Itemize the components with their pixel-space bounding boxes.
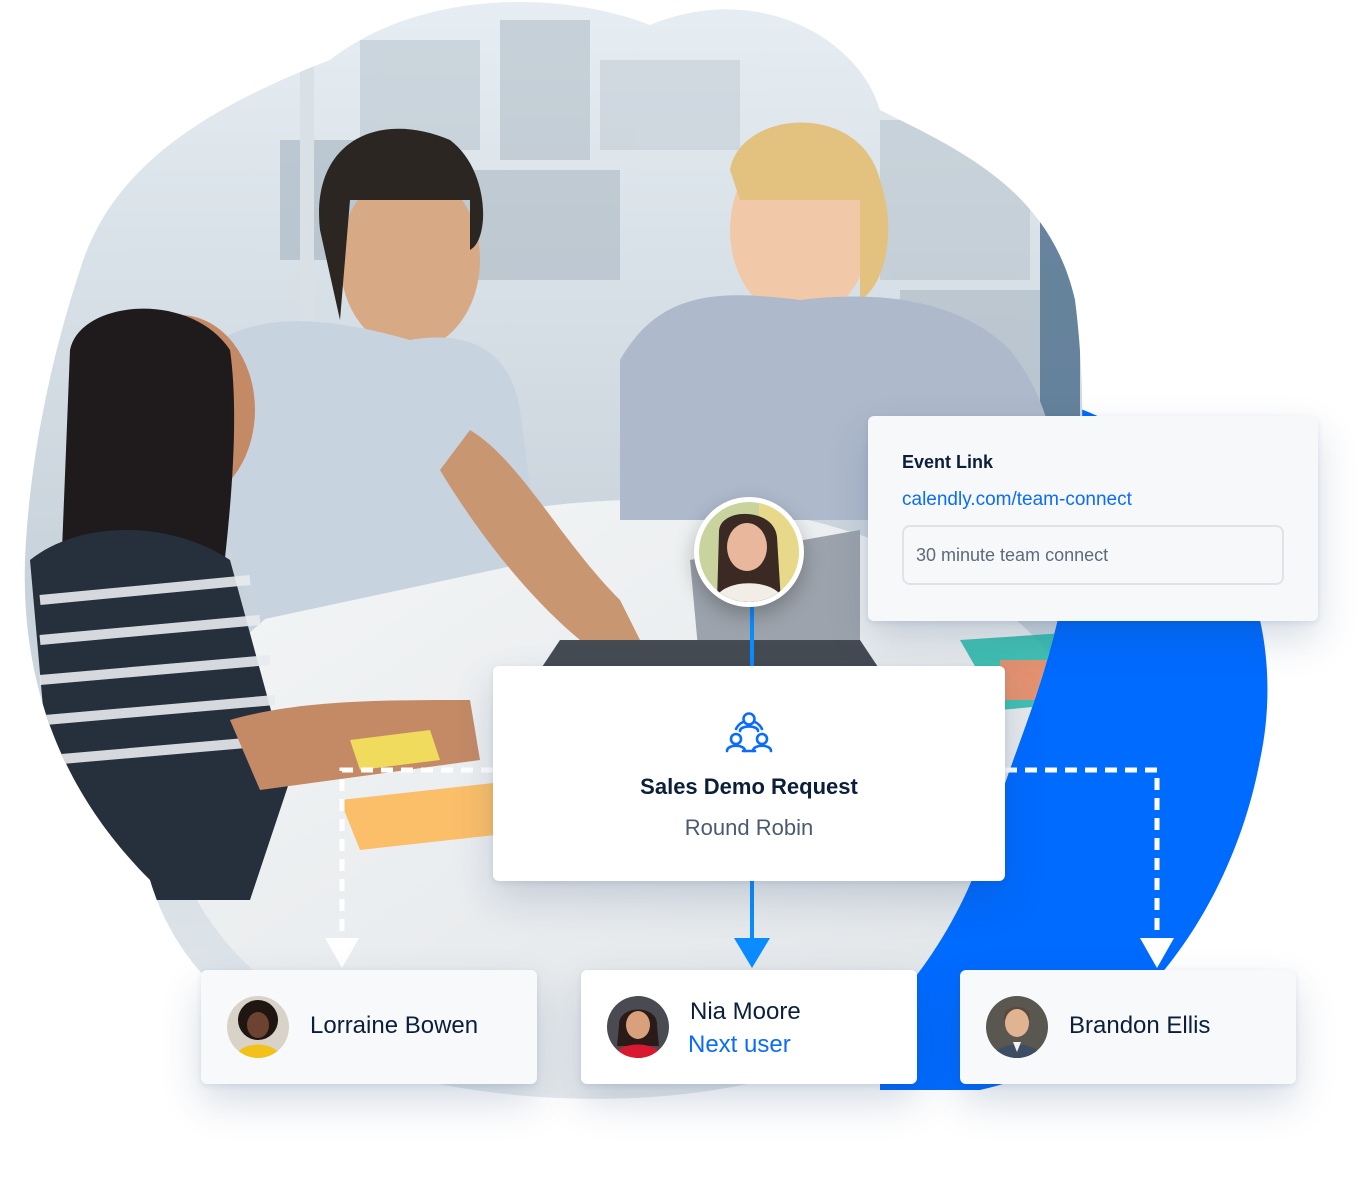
left-dashed-connector bbox=[339, 767, 493, 940]
scene: Event Link calendly.com/team-connect 30 … bbox=[0, 0, 1362, 1181]
routing-event-card[interactable]: Sales Demo Request Round Robin bbox=[493, 666, 1005, 881]
left-arrow bbox=[325, 938, 359, 968]
event-link-title: Event Link bbox=[902, 452, 994, 472]
routing-distribution-label: Round Robin bbox=[684, 815, 814, 840]
team-icon bbox=[725, 712, 773, 753]
event-name-input[interactable]: 30 minute team connect bbox=[902, 525, 1284, 585]
user-card-lorraine-bowen[interactable]: Lorraine Bowen bbox=[201, 970, 537, 1084]
user-name: Lorraine Bowen bbox=[310, 1012, 479, 1039]
user-card-nia-moore[interactable]: Nia Moore Next user bbox=[581, 970, 917, 1084]
avatar bbox=[607, 996, 669, 1058]
host-avatar-photo bbox=[699, 502, 799, 602]
host-avatar bbox=[694, 497, 804, 607]
avatar bbox=[227, 996, 289, 1058]
right-arrow bbox=[1140, 938, 1174, 968]
next-user-arrow bbox=[734, 938, 770, 968]
user-card-brandon-ellis[interactable]: Brandon Ellis bbox=[960, 970, 1296, 1084]
event-link-url[interactable]: calendly.com/team-connect bbox=[902, 489, 1284, 511]
routing-event-title: Sales Demo Request bbox=[640, 774, 858, 799]
next-user-label: Next user bbox=[688, 1031, 791, 1058]
right-dashed-connector bbox=[1005, 767, 1160, 940]
avatar bbox=[986, 996, 1048, 1058]
user-name: Nia Moore bbox=[690, 998, 801, 1025]
event-link-card: Event Link calendly.com/team-connect 30 … bbox=[868, 416, 1318, 621]
user-name: Brandon Ellis bbox=[1069, 1012, 1211, 1039]
